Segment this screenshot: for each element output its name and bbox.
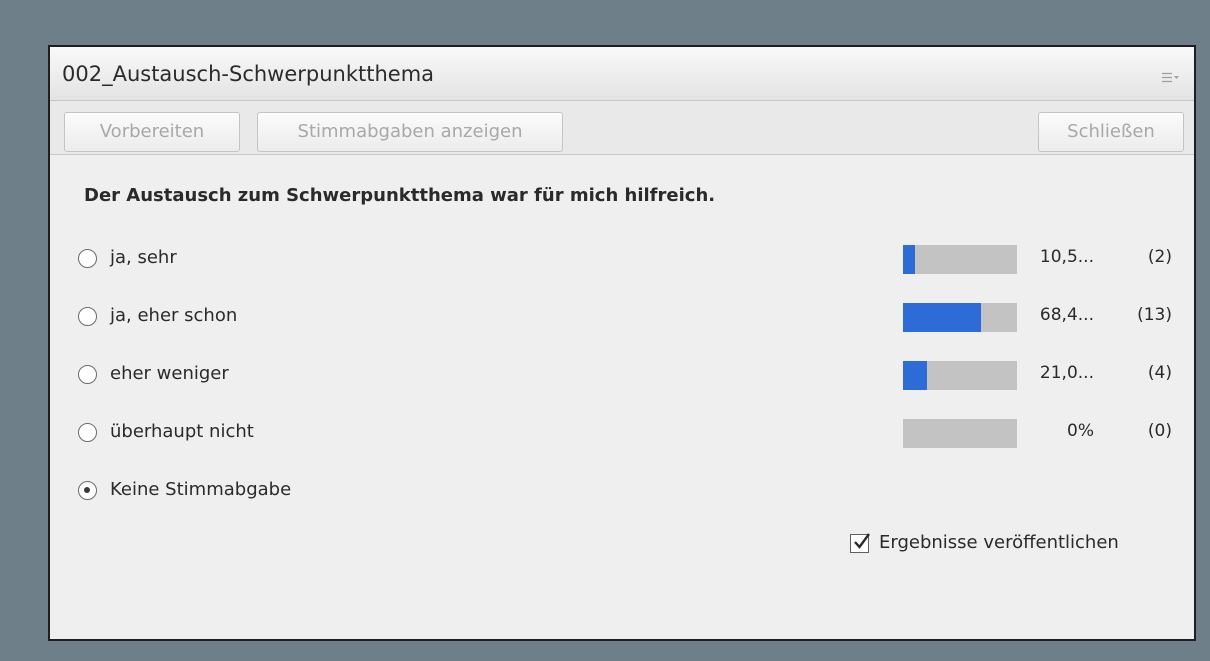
option-label[interactable]: ja, eher schon [110,305,237,326]
radio-button[interactable] [78,365,97,384]
publish-results-label: Ergebnisse veröffentlichen [879,532,1119,553]
prepare-button[interactable]: Vorbereiten [64,112,240,152]
result-count: (4) [1147,363,1172,383]
result-percent: 68,4... [1039,305,1094,325]
pod-title: 002_Austausch-Schwerpunktthema [62,62,435,86]
poll-question: Der Austausch zum Schwerpunktthema war f… [84,185,716,206]
poll-option-no-vote[interactable]: Keine Stimmabgabe [50,472,1194,512]
pod-title-bar: 002_Austausch-Schwerpunktthema [50,47,1194,101]
poll-pod: 002_Austausch-Schwerpunktthema Vorbereit… [48,45,1196,641]
result-percent: 10,5... [1039,247,1094,267]
poll-option[interactable]: eher weniger 21,0... (4) [50,356,1194,396]
checkmark-icon [854,533,870,549]
radio-button-selected[interactable] [78,481,97,500]
result-bar-track [903,361,1017,390]
result-bar-fill [903,245,915,274]
option-label[interactable]: überhaupt nicht [110,421,254,442]
radio-button[interactable] [78,307,97,326]
result-bar-fill [903,361,927,390]
result-bar-track [903,245,1017,274]
radio-button[interactable] [78,423,97,442]
publish-results-checkbox[interactable] [850,533,870,553]
result-count: (0) [1147,421,1172,441]
result-count: (13) [1137,305,1172,325]
result-percent: 0% [1067,421,1094,441]
poll-option[interactable]: überhaupt nicht 0% (0) [50,414,1194,454]
result-bar-track [903,303,1017,332]
result-count: (2) [1147,247,1172,267]
close-poll-button[interactable]: Schließen [1038,112,1184,152]
option-label[interactable]: eher weniger [110,363,229,384]
poll-option[interactable]: ja, eher schon 68,4... (13) [50,298,1194,338]
result-percent: 21,0... [1039,363,1094,383]
option-label[interactable]: ja, sehr [110,247,177,268]
show-votes-button[interactable]: Stimmabgaben anzeigen [257,112,563,152]
result-bar-track [903,419,1017,448]
hamburger-menu-icon[interactable] [1162,69,1180,83]
option-label[interactable]: Keine Stimmabgabe [110,479,291,500]
pod-toolbar: Vorbereiten Stimmabgaben anzeigen Schlie… [50,101,1194,155]
poll-option[interactable]: ja, sehr 10,5... (2) [50,240,1194,280]
result-bar-fill [903,303,981,332]
radio-button[interactable] [78,249,97,268]
